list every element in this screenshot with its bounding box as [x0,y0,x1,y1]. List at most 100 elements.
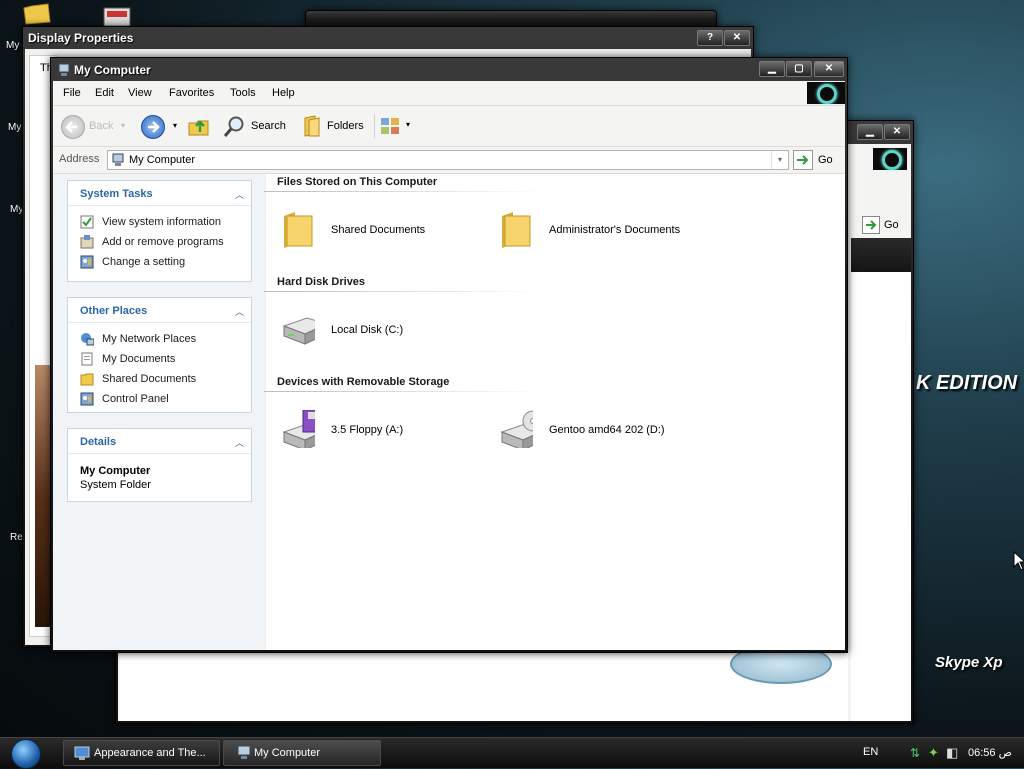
menu-tools[interactable]: Tools [230,87,256,99]
taskbar-my-computer-label: My Computer [254,747,321,759]
shared-documents-item[interactable]: Shared Documents [279,208,479,256]
skype-tray-icon[interactable]: ✦ [928,745,939,761]
search-label: Search [251,120,286,132]
other-places-header[interactable]: Other Places ︿ [68,298,251,323]
collapse-icon[interactable]: ︿ [235,305,244,318]
desktop-icon-2[interactable] [102,6,132,28]
start-button[interactable] [8,738,44,769]
folder-icon [80,373,94,386]
view-system-info-label: View system information [102,216,222,228]
change-setting-label: Change a setting [102,256,186,268]
details-header[interactable]: Details ︿ [68,429,251,454]
display-properties-icon [74,746,90,760]
menu-edit[interactable]: Edit [95,87,114,99]
views-button[interactable]: ▾ [379,114,413,138]
volume-tray-icon[interactable]: ◧ [946,745,958,761]
menu-view[interactable]: View [128,87,152,99]
collapse-icon[interactable]: ︿ [235,188,244,201]
desktop-icon-1[interactable] [22,2,52,26]
hard-disk-icon [282,317,315,345]
system-tasks-panel: System Tasks ︿ View system information A… [67,180,252,282]
desktop-label-2[interactable]: My [8,122,21,133]
help-button[interactable]: ? [697,30,723,46]
administrators-documents-item[interactable]: Administrator's Documents [497,208,717,256]
menu-file[interactable]: File [63,87,81,99]
control-panel-label: Control Panel [102,393,169,405]
toolbar-separator [374,114,375,138]
bg-white-area [851,272,911,721]
group-divider [264,391,544,392]
collapse-icon[interactable]: ︿ [235,436,244,449]
folder-icon [502,212,531,248]
system-tasks-header[interactable]: System Tasks ︿ [68,181,251,206]
other-places-title: Other Places [80,305,148,317]
folders-button[interactable]: Folders [299,114,369,138]
local-disk-item[interactable]: Local Disk (C:) [279,308,479,356]
desktop-label-4[interactable]: Re [10,532,23,543]
bg-close-button[interactable]: ✕ [884,124,910,140]
views-icon [381,118,399,134]
cd-drive-icon [500,410,533,448]
address-dropdown-icon[interactable]: ▾ [771,151,788,169]
desktop-edition-text: K EDITION [916,372,1018,394]
my-computer-window[interactable]: My Computer ▁ ▢ ✕ File Edit View Favorit… [50,57,848,653]
bg-minimize-button[interactable]: ▁ [857,124,883,140]
system-tasks-title: System Tasks [80,188,153,200]
clock[interactable]: 06:56 ص [968,746,1012,759]
taskbar-my-computer-button[interactable]: My Computer [223,740,381,766]
address-field[interactable]: My Computer ▾ [107,150,789,170]
add-remove-programs-label: Add or remove programs [102,236,224,248]
maximize-button[interactable]: ▢ [786,61,812,77]
search-button[interactable]: Search [223,114,291,138]
group-hard-disk-title: Hard Disk Drives [277,276,366,288]
up-folder-button[interactable] [186,114,212,138]
go-arrow-icon [862,216,880,234]
window-client: File Edit View Favorites Tools Help Back… [53,81,845,650]
group-divider [264,191,544,192]
desktop-label-1[interactable]: My [6,40,19,51]
bg-brand-box [873,148,907,170]
network-places-icon [81,333,94,346]
toolbar: Back ▾ ▾ Search Folders ▾ [53,106,845,147]
floppy-drive-item[interactable]: 3.5 Floppy (A:) [279,408,479,456]
back-arrow-icon [61,115,85,139]
local-disk-label: Local Disk (C:) [331,324,404,336]
network-tray-icon[interactable]: ⇅ [910,746,920,760]
forward-arrow-icon [141,115,165,139]
go-button[interactable]: Go [793,150,841,170]
taskbar-appearance-button[interactable]: Appearance and The... [63,740,220,766]
go-arrow-icon [793,150,813,170]
address-value: My Computer [129,154,196,166]
shared-documents-label: Shared Documents [102,373,197,385]
details-type: System Folder [80,479,151,491]
bg-go-button[interactable]: Go [848,214,908,236]
back-button[interactable]: Back ▾ [59,114,129,139]
search-icon [223,116,244,137]
group-removable-title: Devices with Removable Storage [277,376,450,388]
floppy-drive-label: 3.5 Floppy (A:) [331,424,404,436]
my-documents-icon [81,352,93,366]
administrators-documents-label: Administrator's Documents [549,224,681,236]
details-panel: Details ︿ My Computer System Folder [67,428,252,502]
window-title: My Computer [74,63,151,77]
menu-help[interactable]: Help [272,87,295,99]
cd-drive-label: Gentoo amd64 202 (D:) [549,424,665,436]
dp-close-button[interactable]: ✕ [724,30,750,46]
folder-icon [23,3,51,25]
add-remove-programs-icon [80,235,94,249]
my-documents-label: My Documents [102,353,176,365]
cd-drive-item[interactable]: Gentoo amd64 202 (D:) [497,408,717,456]
forward-button[interactable]: ▾ [139,114,183,139]
other-places-panel: Other Places ︿ My Network Places My Docu… [67,297,252,413]
details-title: Details [80,436,117,448]
menu-favorites[interactable]: Favorites [169,87,214,99]
language-indicator[interactable]: EN [863,746,878,758]
close-button[interactable]: ✕ [814,61,844,77]
windows-logo-throbber [807,82,845,104]
ring-logo-icon [817,84,837,104]
address-label: Address [59,153,100,165]
forward-dropdown-icon: ▾ [173,121,178,130]
floppy-drive-icon [282,410,315,448]
minimize-button[interactable]: ▁ [759,61,785,77]
folder-icon [284,212,313,248]
